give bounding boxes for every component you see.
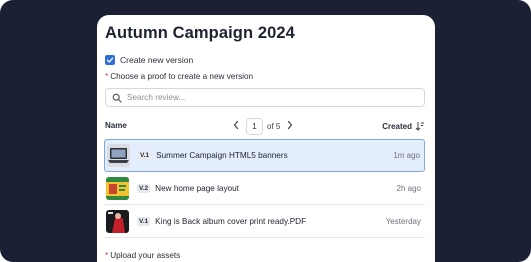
proof-name: New home page layout	[155, 183, 239, 193]
version-badge: V.1	[137, 216, 151, 226]
table-row[interactable]: V.2 New home page layout 2h ago	[104, 172, 425, 205]
app-frame: Autumn Campaign 2024 Create new version …	[0, 0, 531, 262]
next-page-icon[interactable]	[284, 120, 296, 133]
proof-name: Summer Campaign HTML5 banners	[156, 151, 288, 160]
search-field[interactable]	[105, 88, 425, 107]
required-marker: *	[105, 251, 109, 260]
created-time: 1m ago	[393, 151, 420, 160]
column-header-created[interactable]: Created	[382, 121, 425, 131]
upload-assets-text: Upload your assets	[110, 251, 181, 260]
choose-proof-text: Choose a proof to create a new version	[110, 72, 254, 81]
sort-descending-icon[interactable]	[415, 121, 425, 131]
upload-assets-label: * Upload your assets	[105, 251, 180, 260]
created-time: 2h ago	[396, 183, 421, 193]
choose-proof-label: * Choose a proof to create a new version	[105, 72, 253, 81]
create-new-version-label: Create new version	[120, 54, 194, 65]
page-count: of 5	[267, 121, 281, 131]
search-icon	[112, 93, 122, 103]
version-badge: V.2	[137, 183, 151, 193]
created-label: Created	[382, 121, 412, 131]
search-input[interactable]	[127, 93, 407, 102]
column-header-name[interactable]: Name	[105, 121, 127, 130]
create-new-version-checkbox[interactable]	[105, 54, 115, 65]
webpage-thumbnail	[106, 176, 129, 200]
created-time: Yesterday	[385, 216, 421, 226]
create-new-version-option[interactable]: Create new version	[105, 53, 193, 66]
proof-name: King is Back album cover print ready.PDF	[155, 216, 307, 226]
page-number-input[interactable]: 1	[246, 117, 263, 135]
pagination: 1 of 5	[230, 116, 296, 136]
proof-list: V.1 Summer Campaign HTML5 banners 1m ago…	[104, 139, 425, 238]
page-title: Autumn Campaign 2024	[105, 24, 295, 42]
prev-page-icon[interactable]	[230, 120, 242, 133]
version-badge: V.1	[138, 151, 152, 160]
laptop-thumbnail	[107, 144, 130, 167]
required-marker: *	[105, 72, 109, 81]
table-header: Name 1 of 5 Created	[105, 116, 425, 136]
checkmark-icon	[106, 57, 114, 63]
new-version-panel: Autumn Campaign 2024 Create new version …	[97, 15, 435, 262]
table-row[interactable]: V.1 King is Back album cover print ready…	[104, 205, 425, 238]
album-cover-thumbnail	[106, 209, 129, 233]
table-row[interactable]: V.1 Summer Campaign HTML5 banners 1m ago	[104, 139, 425, 172]
